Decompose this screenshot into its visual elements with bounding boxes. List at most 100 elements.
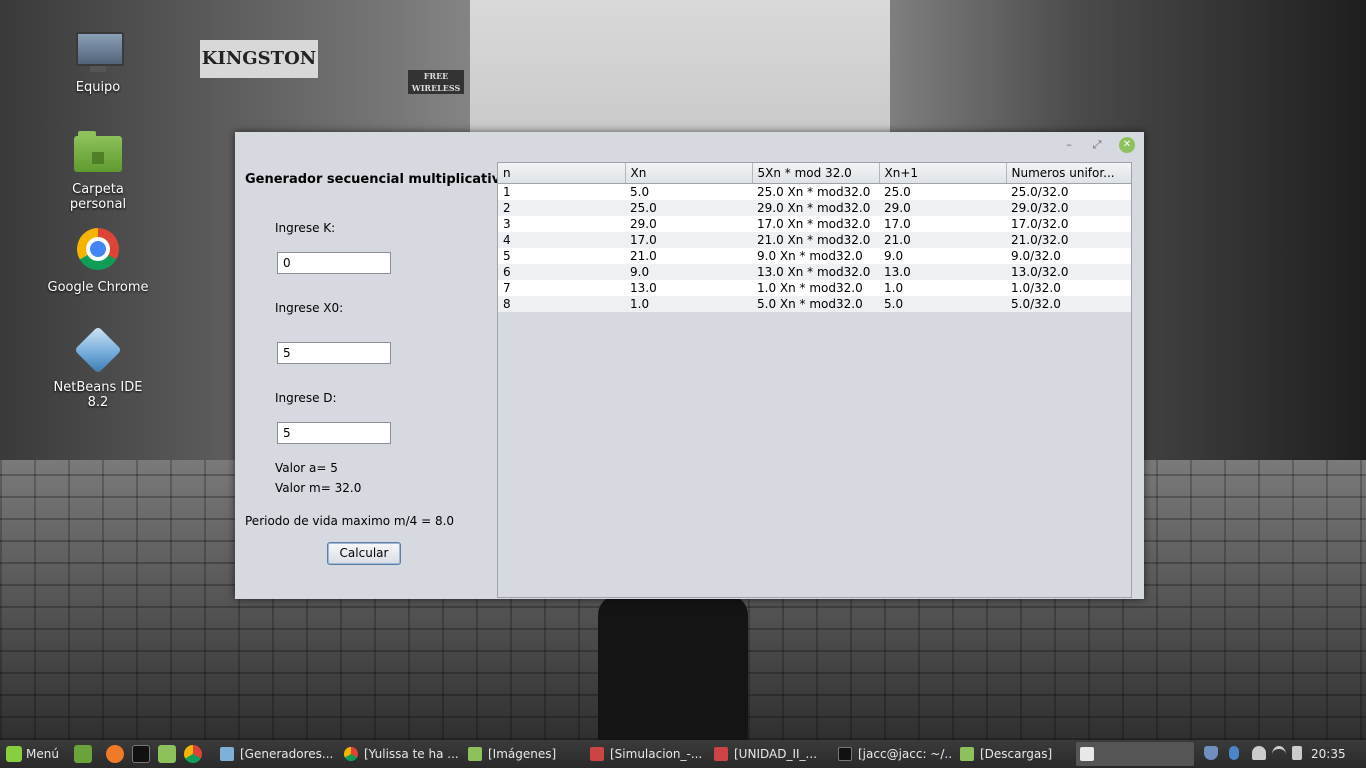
table-cell: 29.0: [879, 200, 1006, 216]
app-window: – ⤢ ✕ Generador secuencial multiplicativ…: [235, 132, 1144, 599]
task-descargas[interactable]: [Descargas]: [956, 742, 1074, 766]
table-cell: 21.0/32.0: [1006, 232, 1131, 248]
menu-button[interactable]: Menú: [4, 744, 59, 764]
label-d: Ingrese D:: [275, 391, 337, 405]
netbeans-icon: [74, 326, 122, 374]
task-imagenes[interactable]: [Imágenes]: [464, 742, 582, 766]
table-cell: 17.0/32.0: [1006, 216, 1131, 232]
table-cell: 1.0/32.0: [1006, 280, 1131, 296]
calcular-button[interactable]: Calcular: [327, 542, 401, 565]
table-cell: 5.0: [879, 296, 1006, 312]
table-cell: 9.0 Xn * mod32.0: [752, 248, 879, 264]
firefox-icon[interactable]: [106, 745, 124, 763]
table-cell: 7: [498, 280, 625, 296]
user-icon[interactable]: [1252, 746, 1266, 760]
table-cell: 1.0: [879, 280, 1006, 296]
taskbar: Menú [Generadores... [Yulissa te ha ... …: [0, 740, 1366, 768]
table-cell: 1: [498, 183, 625, 200]
clock[interactable]: 20:35: [1311, 740, 1346, 768]
minimize-button[interactable]: –: [1061, 137, 1077, 153]
task-label: [Simulacion_-...: [610, 747, 703, 761]
folder-task-icon: [468, 747, 482, 761]
table-row[interactable]: 7 13.0 1.0 Xn * mod32.0 1.0 1.0/32.0: [498, 280, 1131, 296]
desktop-icon-netbeans[interactable]: NetBeans IDE 8.2: [43, 326, 153, 410]
battery-icon[interactable]: [1292, 746, 1302, 760]
window-titlebar[interactable]: – ⤢ ✕: [235, 132, 1144, 158]
table-row[interactable]: 3 29.0 17.0 Xn * mod32.0 17.0 17.0/32.0: [498, 216, 1131, 232]
task-label: [Descargas]: [980, 747, 1053, 761]
table-cell: 13.0/32.0: [1006, 264, 1131, 280]
task-simulacion[interactable]: [Simulacion_-...: [586, 742, 704, 766]
task-generadores[interactable]: [Generadores...: [216, 742, 334, 766]
table-cell: 25.0: [879, 183, 1006, 200]
results-table: n Xn 5Xn * mod 32.0 Xn+1 Numeros unifor.…: [498, 163, 1131, 312]
column-header[interactable]: n: [498, 163, 626, 184]
table-cell: 29.0 Xn * mod32.0: [752, 200, 879, 216]
desktop-icon-carpeta-personal[interactable]: Carpeta personal: [43, 130, 153, 212]
table-row[interactable]: 5 21.0 9.0 Xn * mod32.0 9.0 9.0/32.0: [498, 248, 1131, 264]
bluetooth-icon[interactable]: [1229, 746, 1239, 760]
input-d[interactable]: [277, 422, 391, 444]
task-label: [Generadores...: [240, 747, 334, 761]
desktop-icon-google-chrome[interactable]: Google Chrome: [43, 228, 153, 295]
table-row[interactable]: 1 5.0 25.0 Xn * mod32.0 25.0 25.0/32.0: [498, 183, 1131, 200]
maximize-button[interactable]: ⤢: [1089, 137, 1105, 153]
table-cell: 5.0: [625, 183, 752, 200]
page-title: Generador secuencial multiplicativo: [245, 172, 510, 187]
close-button[interactable]: ✕: [1119, 137, 1135, 153]
table-header-row: n Xn 5Xn * mod 32.0 Xn+1 Numeros unifor.…: [498, 163, 1131, 184]
files-icon[interactable]: [158, 745, 176, 763]
table-row[interactable]: 2 25.0 29.0 Xn * mod32.0 29.0 29.0/32.0: [498, 200, 1131, 216]
desktop-icon-label: Carpeta personal: [69, 182, 127, 212]
home-folder-icon: [74, 131, 122, 172]
results-table-container[interactable]: n Xn 5Xn * mod 32.0 Xn+1 Numeros unifor.…: [497, 162, 1132, 598]
table-row[interactable]: 8 1.0 5.0 Xn * mod32.0 5.0 5.0/32.0: [498, 296, 1131, 312]
desktop-icon-label: NetBeans IDE 8.2: [53, 380, 143, 410]
table-cell: 21.0 Xn * mod32.0: [752, 232, 879, 248]
mint-logo-icon: [6, 746, 22, 762]
task-label: [UNIDAD_II_...: [734, 747, 817, 761]
task-label: [jacc@jacc: ~/...: [858, 747, 952, 761]
wallpaper-sign-kingston: KINGSTON: [200, 40, 318, 78]
label-x0: Ingrese X0:: [275, 301, 344, 315]
desktop-icon-label: Google Chrome: [47, 280, 149, 295]
table-cell: 5.0/32.0: [1006, 296, 1131, 312]
desktop-icon-equipo[interactable]: Equipo: [43, 28, 153, 95]
column-header[interactable]: Xn: [625, 163, 753, 184]
task-yulissa[interactable]: [Yulissa te ha ...: [340, 742, 458, 766]
input-x0[interactable]: [277, 342, 391, 364]
valor-m-text: Valor m= 32.0: [275, 481, 362, 495]
periodo-text: Periodo de vida maximo m/4 = 8.0: [245, 514, 455, 528]
table-cell: 17.0: [625, 232, 752, 248]
table-row[interactable]: 6 9.0 13.0 Xn * mod32.0 13.0 13.0/32.0: [498, 264, 1131, 280]
task-java-app[interactable]: [1076, 742, 1194, 766]
computer-icon: [74, 28, 124, 76]
terminal-icon[interactable]: [132, 745, 150, 763]
task-unidad-ii[interactable]: [UNIDAD_II_...: [710, 742, 828, 766]
shield-icon[interactable]: [1204, 746, 1218, 760]
show-desktop-icon[interactable]: [74, 745, 92, 763]
table-cell: 21.0: [625, 248, 752, 264]
valor-a-text: Valor a= 5: [275, 461, 338, 475]
folder-task-icon: [960, 747, 974, 761]
menu-label: Menú: [26, 747, 59, 761]
table-cell: 13.0 Xn * mod32.0: [752, 264, 879, 280]
table-cell: 25.0: [625, 200, 752, 216]
table-cell: 9.0: [879, 248, 1006, 264]
table-cell: 6: [498, 264, 625, 280]
column-header[interactable]: Numeros unifor...: [1006, 163, 1131, 184]
table-cell: 4: [498, 232, 625, 248]
column-header[interactable]: Xn+1: [879, 163, 1007, 184]
wifi-icon[interactable]: [1272, 746, 1286, 763]
task-label: [Imágenes]: [488, 747, 557, 761]
column-header[interactable]: 5Xn * mod 32.0: [752, 163, 880, 184]
table-cell: 5: [498, 248, 625, 264]
input-k[interactable]: [277, 252, 391, 274]
task-terminal[interactable]: [jacc@jacc: ~/...: [834, 742, 952, 766]
table-row[interactable]: 4 17.0 21.0 Xn * mod32.0 21.0 21.0/32.0: [498, 232, 1131, 248]
chrome-icon: [77, 228, 119, 270]
table-cell: 2: [498, 200, 625, 216]
chrome-launcher-icon[interactable]: [184, 745, 202, 763]
table-cell: 1.0 Xn * mod32.0: [752, 280, 879, 296]
table-cell: 17.0 Xn * mod32.0: [752, 216, 879, 232]
